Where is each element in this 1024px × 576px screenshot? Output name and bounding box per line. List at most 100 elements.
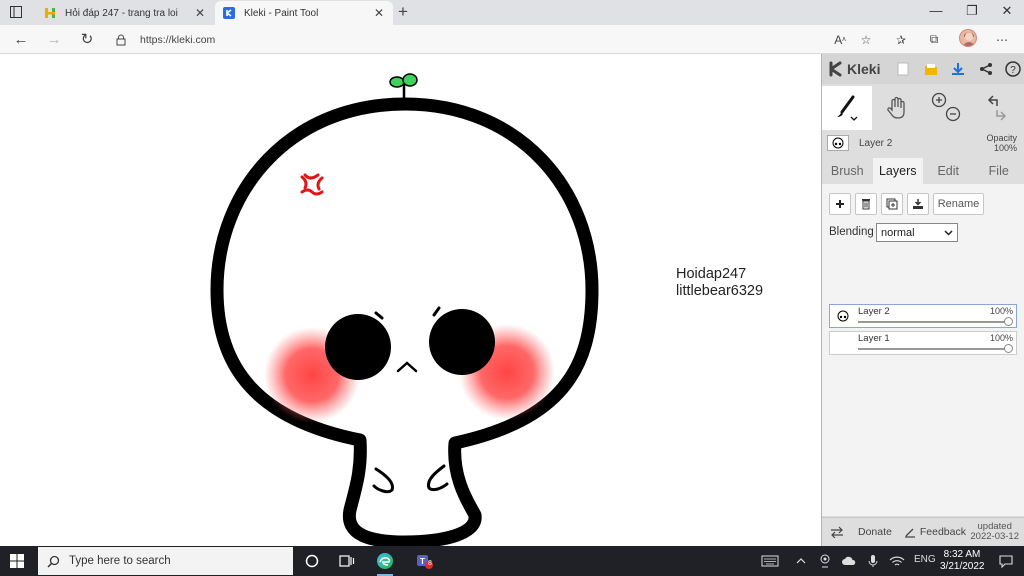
share-icon[interactable] (975, 58, 996, 80)
layer-thumbnail (832, 308, 854, 324)
minimize-icon[interactable]: — (926, 3, 946, 18)
layer-item-layer-1[interactable]: Layer 1 100% (829, 331, 1017, 355)
keyboard-icon[interactable] (760, 551, 780, 571)
layer-opacity-handle[interactable] (1004, 344, 1013, 353)
new-image-icon[interactable] (893, 58, 914, 80)
refresh-icon[interactable]: ↻ (76, 29, 98, 49)
sprout-leaf-right (402, 73, 418, 87)
kleki-logo[interactable]: Kleki (828, 61, 887, 77)
teams-icon[interactable]: T 8 (414, 551, 434, 571)
canvas-text-line2: littlebear6329 (676, 283, 764, 299)
undo-icon (987, 95, 998, 106)
tab-layers[interactable]: Layers (872, 158, 923, 184)
cloud-icon[interactable] (839, 551, 859, 571)
favorites-icon[interactable]: ✰ (891, 30, 911, 49)
open-file-icon[interactable] (920, 58, 941, 80)
url-text: https://kleki.com (140, 33, 216, 46)
feedback-label: Feedback (919, 526, 966, 538)
system-clock[interactable]: 8:32 AM 3/21/2022 (940, 549, 985, 573)
svg-text:T: T (420, 557, 425, 566)
close-window-icon[interactable]: ✕ (997, 3, 1017, 19)
eye-right (429, 309, 495, 375)
taskbar-search-input[interactable]: Type here to search (38, 547, 293, 575)
download-icon[interactable] (948, 58, 969, 80)
back-icon[interactable]: ← (10, 29, 32, 49)
kleki-header: Kleki ? (822, 54, 1024, 84)
task-view-icon[interactable] (337, 551, 357, 571)
teams-badge: 8 (428, 560, 432, 567)
delete-layer-button[interactable] (855, 193, 877, 215)
canvas-text-line1: Hoidap247 (676, 266, 747, 282)
tab-actions-icon[interactable] (9, 5, 23, 19)
forward-icon[interactable]: → (43, 29, 65, 49)
trash-icon (862, 199, 870, 210)
redo-icon (996, 110, 1007, 121)
microphone-icon[interactable] (863, 551, 883, 571)
language-indicator[interactable]: ENG (914, 554, 936, 565)
eye-left (325, 314, 391, 380)
tab-hoidap[interactable]: Hỏi đáp 247 - trang tra loi ✕ (36, 1, 214, 25)
duplicate-icon (886, 198, 898, 210)
cortana-icon[interactable] (302, 551, 322, 571)
feedback-link[interactable]: Feedback (904, 526, 966, 538)
chevron-up-icon[interactable] (791, 551, 811, 571)
wifi-icon[interactable] (887, 551, 907, 571)
chevron-down-icon (944, 230, 953, 236)
tab-edit[interactable]: Edit (923, 158, 974, 184)
head-outline (210, 97, 599, 546)
restore-icon[interactable]: ❐ (962, 3, 982, 19)
kleki-favicon-icon (223, 7, 235, 19)
layer-opacity-slider[interactable] (858, 348, 1008, 350)
windows-start-icon[interactable] (10, 554, 24, 568)
hoidap-favicon-icon (44, 7, 56, 19)
add-layer-button[interactable] (829, 193, 851, 215)
lock-icon (116, 34, 130, 46)
tool-row (822, 86, 1024, 130)
tab-file[interactable]: File (974, 158, 1024, 184)
help-icon[interactable]: ? (1003, 58, 1024, 80)
drawing-canvas[interactable]: Hoidap247 littlebear6329 (0, 54, 822, 546)
layer-item-layer-2[interactable]: Layer 2 100% (829, 304, 1017, 328)
undo-redo-tools (972, 86, 1022, 130)
duplicate-layer-button[interactable] (881, 193, 903, 215)
address-bar[interactable]: https://kleki.com (116, 30, 826, 49)
close-tab-icon[interactable]: ✕ (194, 6, 206, 20)
kleki-logo-icon (829, 61, 842, 77)
brush-tool-button[interactable] (822, 86, 872, 130)
donate-link[interactable]: Donate (858, 526, 892, 538)
swap-ui-side-icon[interactable] (830, 526, 844, 538)
more-options-icon[interactable]: ⋯ (992, 30, 1012, 49)
layer-opacity-slider[interactable] (858, 321, 1008, 323)
layer-name: Layer 2 (858, 306, 890, 317)
kleki-footer: Donate Feedback updated 2022-03-12 (822, 517, 1024, 546)
clock-date: 3/21/2022 (940, 561, 985, 572)
tab-kleki[interactable]: Kleki - Paint Tool ✕ (215, 1, 393, 25)
profile-avatar[interactable] (959, 29, 977, 47)
webcam-icon[interactable] (815, 551, 835, 571)
zoom-tools (922, 86, 972, 130)
layer-thumbnail (832, 335, 854, 351)
svg-text:?: ? (1010, 65, 1016, 76)
search-icon (47, 555, 60, 568)
blending-select[interactable]: normal (876, 223, 958, 242)
rename-layer-button[interactable]: Rename (933, 193, 984, 215)
brush-icon (837, 95, 858, 121)
blending-label: Blending (829, 226, 874, 238)
add-favorite-icon[interactable]: ☆ (856, 30, 876, 49)
edge-browser-icon[interactable] (375, 551, 395, 576)
updated-info[interactable]: updated 2022-03-12 (970, 522, 1019, 542)
tab-brush[interactable]: Brush (822, 158, 873, 184)
browser-tab-strip: Hỏi đáp 247 - trang tra loi ✕ Kleki - Pa… (0, 0, 1024, 25)
search-placeholder: Type here to search (69, 555, 171, 567)
new-tab-icon[interactable]: + (398, 2, 408, 22)
layer-opacity-handle[interactable] (1004, 317, 1013, 326)
plus-icon (836, 200, 844, 208)
current-layer-opacity[interactable]: Opacity 100% (986, 133, 1017, 153)
hand-tool-button[interactable] (872, 86, 922, 130)
collections-icon[interactable]: ⧉ (924, 30, 944, 49)
address-toolbar: ← → ↻ https://kleki.com Aʌ ☆ ✰ ⧉ ⋯ (0, 25, 1024, 54)
close-tab-icon[interactable]: ✕ (373, 6, 385, 20)
read-aloud-icon[interactable]: Aʌ (830, 30, 850, 49)
notifications-icon[interactable] (996, 551, 1016, 571)
merge-down-button[interactable] (907, 193, 929, 215)
